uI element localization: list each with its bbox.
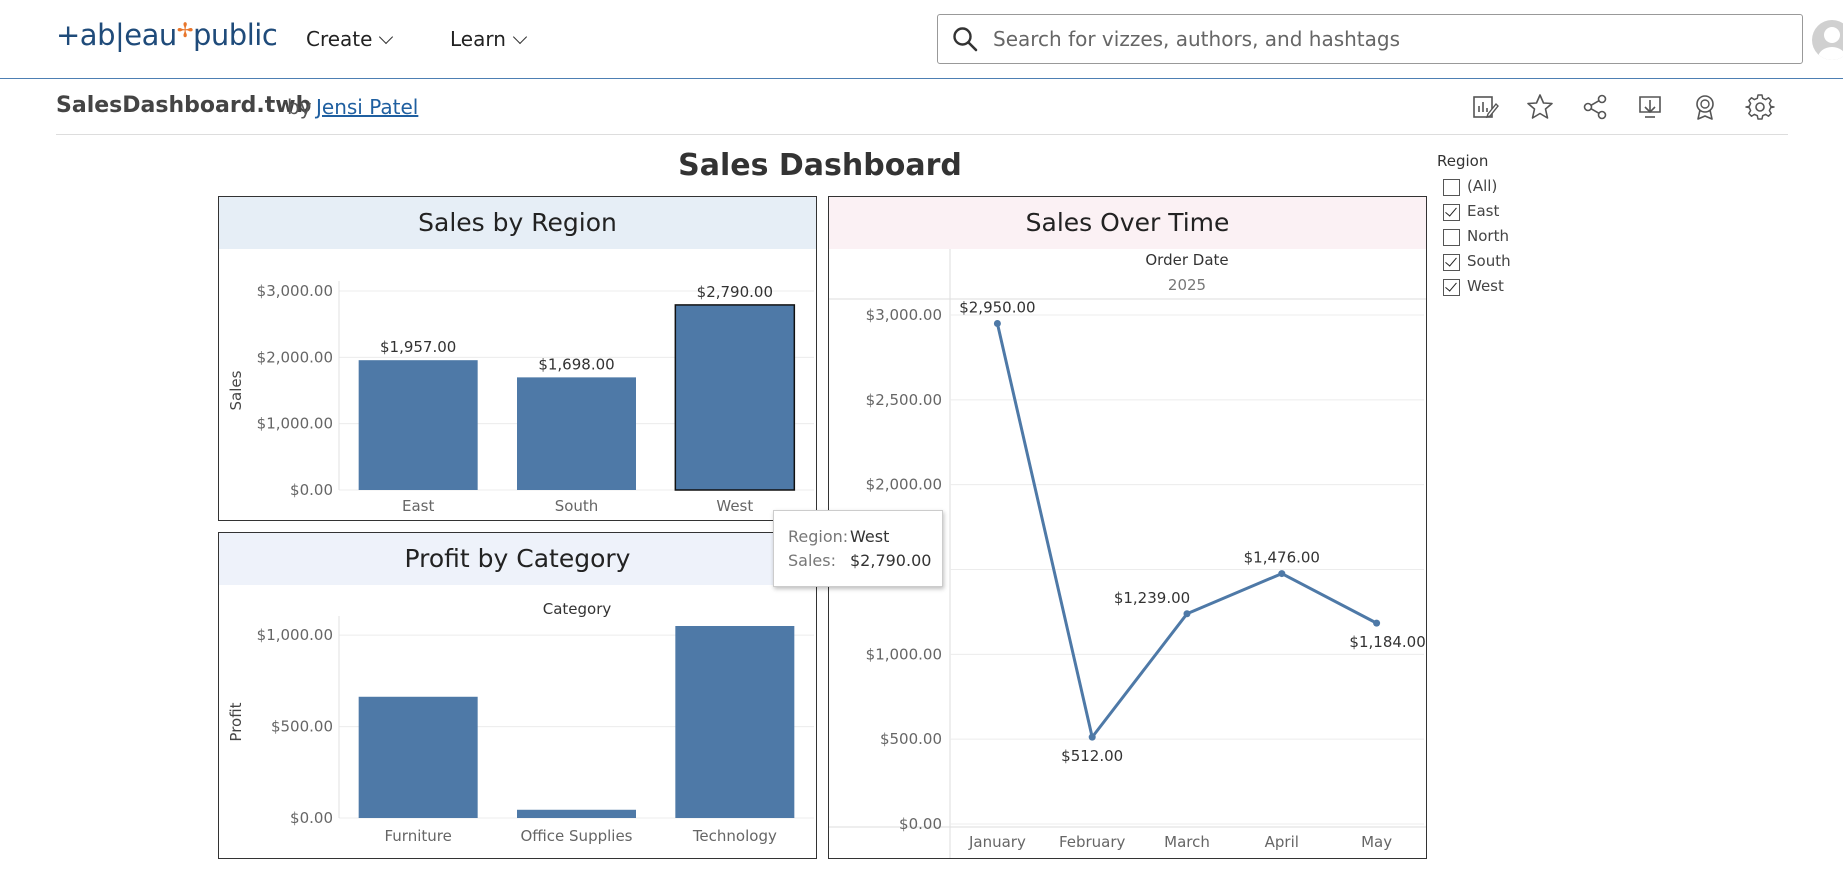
sales-by-region-panel: Sales by Region RegionSales$0.00$1,000.0…: [218, 196, 817, 521]
filter-checkbox[interactable]: [1443, 254, 1460, 271]
user-avatar-icon: [1818, 27, 1843, 60]
profit-by-category-chart: Category Profit $0.00 $500.00 $1,000.00 Furni…: [227, 600, 814, 845]
dashboard-title: Sales Dashboard: [678, 148, 962, 183]
profit-by-category-panel: Profit by Category Category Profit $0.00 $5…: [218, 532, 817, 859]
badge-icon[interactable]: [1690, 92, 1720, 122]
point-value-label: $512.00: [1061, 747, 1123, 765]
y-tick-label: $1,000.00: [866, 645, 942, 663]
sparkle-icon: ✢: [176, 18, 194, 42]
point-value-label: $2,950.00: [959, 298, 1035, 316]
y-tick-label: $3,000.00: [866, 306, 942, 324]
x-tick-label: March: [1164, 833, 1210, 851]
data-point: [1088, 733, 1096, 741]
bar: [517, 809, 636, 818]
logo-text: +ab|eau: [56, 18, 177, 52]
filter-option-label: East: [1467, 202, 1500, 220]
point-value-label: $1,239.00: [1114, 589, 1190, 607]
filter-option-label: North: [1467, 227, 1509, 245]
bar: [675, 626, 795, 818]
y-tick-label: $3,000.00: [257, 282, 333, 300]
axis-title-x: Order Date: [1145, 251, 1228, 269]
settings-gear-icon[interactable]: [1745, 92, 1775, 122]
top-navigation-bar: +ab|eau✢public Create Learn: [0, 0, 1843, 79]
tooltip-key: Region:: [788, 527, 849, 546]
user-avatar[interactable]: [1812, 20, 1843, 60]
hover-tooltip: Region: West Sales: $2,790.00: [773, 510, 943, 587]
sales-by-region-chart: RegionSales$0.00$1,000.00$2,000.00$3,000…: [227, 281, 814, 515]
chevron-down-icon: [512, 29, 527, 45]
filter-option-label: (All): [1467, 177, 1498, 195]
filter-checkbox[interactable]: [1443, 204, 1460, 221]
y-tick-label: $1,000.00: [257, 626, 333, 644]
data-point: [1278, 570, 1286, 578]
chevron-down-icon: [379, 29, 394, 45]
bar-value-label: $1,957.00: [380, 338, 456, 356]
filter-checkbox[interactable]: [1443, 179, 1460, 196]
nav-create-menu[interactable]: Create: [306, 27, 394, 51]
bar: [517, 377, 636, 490]
y-tick-label: $2,000.00: [866, 476, 942, 494]
bar-value-label: $2,790.00: [697, 283, 773, 301]
x-tick-label: Technology: [692, 827, 777, 845]
y-tick-label: $2,500.00: [866, 391, 942, 409]
search-icon: [953, 27, 978, 52]
x-tick-label: May: [1361, 833, 1392, 851]
point-value-label: $1,184.00: [1349, 633, 1425, 651]
panel-title: Sales by Region: [219, 197, 816, 249]
axis-title-y: Sales: [227, 370, 245, 410]
favorite-star-icon[interactable]: [1525, 92, 1555, 122]
point-value-label: $1,476.00: [1244, 549, 1320, 567]
edit-viz-icon[interactable]: [1470, 92, 1500, 122]
series-line: [995, 323, 1378, 739]
x-tick-label: East: [402, 497, 434, 515]
bar: [674, 304, 796, 491]
search-box[interactable]: [937, 14, 1803, 64]
tooltip-value: West: [850, 527, 890, 546]
data-point: [1373, 619, 1381, 627]
author-link[interactable]: Jensi Patel: [316, 95, 418, 119]
filter-checkbox[interactable]: [1443, 279, 1460, 296]
logo-suffix: public: [193, 18, 278, 52]
y-tick-label: $1,000.00: [257, 415, 333, 433]
axis-title-y: Profit: [227, 702, 245, 741]
nav-learn-label: Learn: [450, 27, 506, 51]
y-tick-label: $0.00: [290, 809, 333, 827]
y-tick-label: $500.00: [271, 718, 333, 736]
nav-learn-menu[interactable]: Learn: [450, 27, 527, 51]
filter-option-label: South: [1467, 252, 1511, 270]
filter-checkbox[interactable]: [1443, 229, 1460, 246]
filter-option-label: West: [1467, 277, 1504, 295]
data-point: [993, 319, 1001, 327]
bar: [358, 696, 478, 818]
panel-title: Sales Over Time: [829, 197, 1426, 249]
region-filter-label: Region: [1437, 152, 1489, 170]
share-icon[interactable]: [1580, 92, 1610, 122]
x-tick-label: April: [1265, 833, 1299, 851]
search-input[interactable]: [991, 15, 1785, 63]
tableau-public-logo[interactable]: +ab|eau✢public: [56, 18, 278, 52]
x-tick-label: Office Supplies: [520, 827, 632, 845]
year-header: 2025: [1168, 276, 1206, 294]
x-tick-label: Furniture: [384, 827, 451, 845]
tooltip-value: $2,790.00: [850, 551, 932, 570]
download-icon[interactable]: [1635, 92, 1665, 122]
bar-value-label: $1,698.00: [538, 355, 614, 373]
y-tick-label: $0.00: [899, 815, 942, 833]
tooltip-key: Sales:: [788, 551, 836, 570]
axis-title-x: Category: [543, 600, 612, 618]
y-tick-label: $2,000.00: [257, 348, 333, 366]
bar: [358, 360, 478, 490]
by-label: by: [287, 95, 312, 119]
workbook-title: SalesDashboard.twb: [56, 93, 312, 118]
title-divider: [56, 134, 1788, 135]
panel-title: Profit by Category: [219, 533, 816, 585]
x-tick-label: South: [555, 497, 599, 515]
nav-create-label: Create: [306, 27, 373, 51]
x-tick-label: West: [716, 497, 753, 515]
y-tick-label: $0.00: [290, 481, 333, 499]
x-tick-label: January: [968, 833, 1026, 851]
y-tick-label: $500.00: [880, 730, 942, 748]
x-tick-label: February: [1059, 833, 1126, 851]
data-point: [1183, 610, 1191, 618]
